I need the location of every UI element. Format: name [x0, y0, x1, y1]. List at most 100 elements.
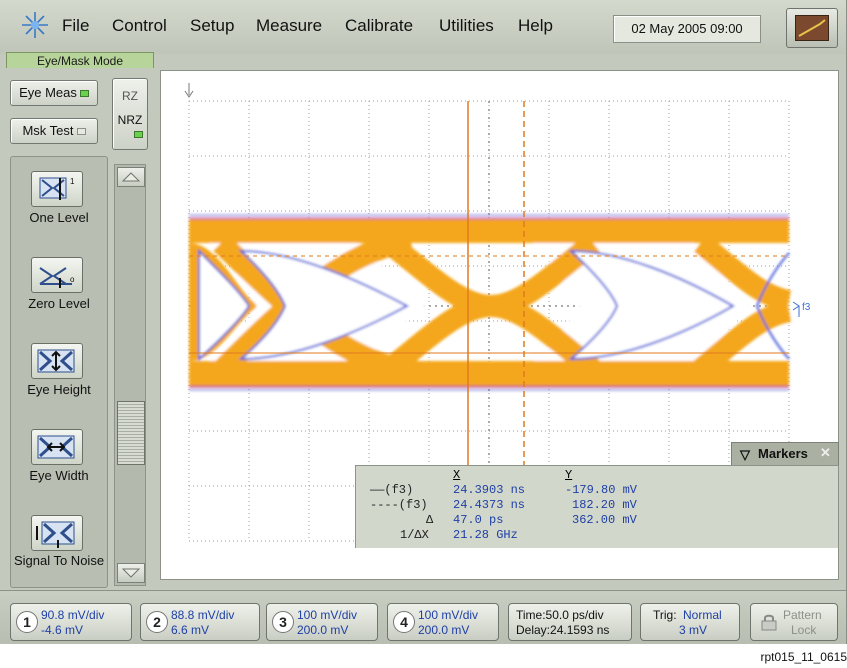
rz-nrz-toggle[interactable]: RZ NRZ [112, 78, 148, 150]
trigger-label: Trig: [653, 608, 677, 622]
signal-to-noise-icon [31, 515, 83, 551]
eye-meas-led-icon [79, 90, 89, 98]
eye-height-label: Eye Height [27, 382, 91, 397]
menu-control[interactable]: Control [112, 16, 167, 36]
markers-readout-panel: X Y ——(f3) 24.3903 ns -179.80 mV ----(f3… [355, 465, 838, 548]
marker-row-label: Δ [426, 513, 434, 527]
menu-file[interactable]: File [62, 16, 89, 36]
eye-meas-button[interactable]: Eye Meas [10, 80, 98, 106]
signal-to-noise-label: Signal To Noise [13, 553, 105, 568]
marker-row-label: ——(f3) [370, 483, 414, 497]
menu-setup-label: Setup [190, 16, 235, 35]
marker-row-y: 182.20 mV [572, 498, 637, 512]
eye-pattern [189, 214, 792, 391]
date-time-display: 02 May 2005 09:00 [613, 15, 761, 43]
waveform-icon [795, 15, 829, 41]
zero-level-tool[interactable]: o Zero Level [11, 243, 107, 329]
markers-collapse-icon: ▽ [740, 447, 750, 462]
trigger-level: 3 mV [679, 623, 708, 637]
zero-level-label: Zero Level [28, 296, 90, 311]
channel-offset: 200.0 mV [418, 623, 470, 637]
one-level-icon: 1 [31, 171, 83, 207]
channel-3-button[interactable]: 3 100 mV/div 200.0 mV [266, 603, 378, 641]
eye-meas-label: Eye Meas [19, 85, 77, 100]
marker-row-label: ----(f3) [370, 498, 428, 512]
nrz-label: NRZ [117, 113, 143, 127]
eye-width-tool[interactable]: Eye Width [11, 415, 107, 501]
oscilloscope-window: File Control Setup Measure Calibrate Uti… [0, 0, 847, 644]
status-bar: 1 90.8 mV/div -4.6 mV 2 88.8 mV/div 6.6 … [0, 590, 846, 644]
lock-icon [759, 613, 779, 634]
signal-to-noise-tool[interactable]: Signal To Noise [11, 501, 107, 587]
markers-tab-label: Markers [758, 446, 808, 461]
channel-2-button[interactable]: 2 88.8 mV/div 6.6 mV [140, 603, 260, 641]
figure-id: rpt015_11_0615 [760, 650, 847, 664]
one-level-tool[interactable]: 1 One Level [11, 157, 107, 243]
eye-height-icon [31, 343, 83, 379]
trigger-button[interactable]: Trig: Normal 3 mV [640, 603, 740, 641]
marker-side-indicator-icon [792, 301, 800, 317]
trigger-mode: Normal [683, 608, 722, 622]
menu-calibrate[interactable]: Calibrate [345, 16, 413, 36]
trigger-position-icon [184, 83, 194, 98]
marker-side-label: f3 [802, 302, 811, 313]
channel-offset: 200.0 mV [297, 623, 349, 637]
rz-label: RZ [122, 89, 138, 103]
mask-test-button[interactable]: Msk Test [10, 118, 98, 144]
one-level-label: One Level [29, 210, 89, 225]
pattern-lock-line1: Pattern [783, 608, 822, 622]
measurement-toolbar: 1 One Level o Zero Level Eye Height Eye … [10, 156, 108, 588]
channel-number: 3 [272, 611, 294, 633]
scroll-thumb[interactable] [117, 401, 145, 465]
channel-scale: 88.8 mV/div [171, 608, 235, 622]
menu-measure[interactable]: Measure [256, 16, 322, 36]
marker-row-y: 362.00 mV [572, 513, 637, 527]
markers-header-x: X [453, 468, 461, 482]
channel-scale: 100 mV/div [418, 608, 479, 622]
mask-test-label: Msk Test [22, 123, 74, 138]
scroll-up-icon[interactable] [117, 167, 145, 187]
marker-row-y: -179.80 mV [565, 483, 638, 497]
menu-utilities-label: Utilities [439, 16, 494, 35]
menu-control-label: Control [112, 16, 167, 35]
svg-text:1: 1 [70, 177, 75, 186]
menu-measure-label: Measure [256, 16, 323, 35]
zero-level-icon: o [31, 257, 83, 293]
eye-width-icon [31, 429, 83, 465]
menu-calibrate-label: Calibrate [345, 16, 414, 35]
channel-number: 2 [146, 611, 168, 633]
toolbar-scrollbar[interactable] [114, 164, 146, 586]
menu-utilities[interactable]: Utilities [439, 16, 494, 36]
agilent-logo-icon [22, 12, 48, 38]
marker-row-label: 1/ΔX [400, 528, 429, 542]
markers-close-icon[interactable]: ✕ [820, 445, 831, 461]
mask-test-led-icon [76, 128, 86, 136]
nrz-led-icon [134, 131, 143, 138]
menu-help-label: Help [518, 16, 553, 35]
channel-number: 1 [16, 611, 38, 633]
marker-row-x: 47.0 ps [453, 513, 504, 527]
menu-setup[interactable]: Setup [190, 16, 234, 36]
channel-1-button[interactable]: 1 90.8 mV/div -4.6 mV [10, 603, 132, 641]
markers-header-y: Y [565, 468, 573, 482]
channel-4-button[interactable]: 4 100 mV/div 200.0 mV [387, 603, 499, 641]
left-panel: Eye Meas Msk Test RZ NRZ 1 One Level o Z… [4, 68, 156, 588]
timebase-time: Time:50.0 ps/div [516, 608, 604, 622]
channel-number: 4 [393, 611, 415, 633]
eye-width-label: Eye Width [29, 468, 89, 483]
eye-height-tool[interactable]: Eye Height [11, 329, 107, 415]
channel-scale: 100 mV/div [297, 608, 358, 622]
timebase-button[interactable]: Time:50.0 ps/div Delay:24.1593 ns [508, 603, 632, 641]
markers-tab[interactable]: ▽ Markers ✕ [731, 442, 839, 465]
scroll-down-icon[interactable] [117, 563, 145, 583]
timebase-delay: Delay:24.1593 ns [516, 623, 610, 637]
menu-file-label: File [62, 16, 90, 35]
svg-text:o: o [70, 275, 75, 284]
channel-offset: 6.6 mV [171, 623, 210, 637]
marker-row-x: 24.3903 ns [453, 483, 526, 497]
pattern-lock-button[interactable]: Pattern Lock [750, 603, 838, 641]
menu-help[interactable]: Help [518, 16, 553, 36]
marker-row-x: 24.4373 ns [453, 498, 526, 512]
waveform-toggle-button[interactable] [786, 8, 838, 48]
pattern-lock-line2: Lock [791, 623, 817, 637]
